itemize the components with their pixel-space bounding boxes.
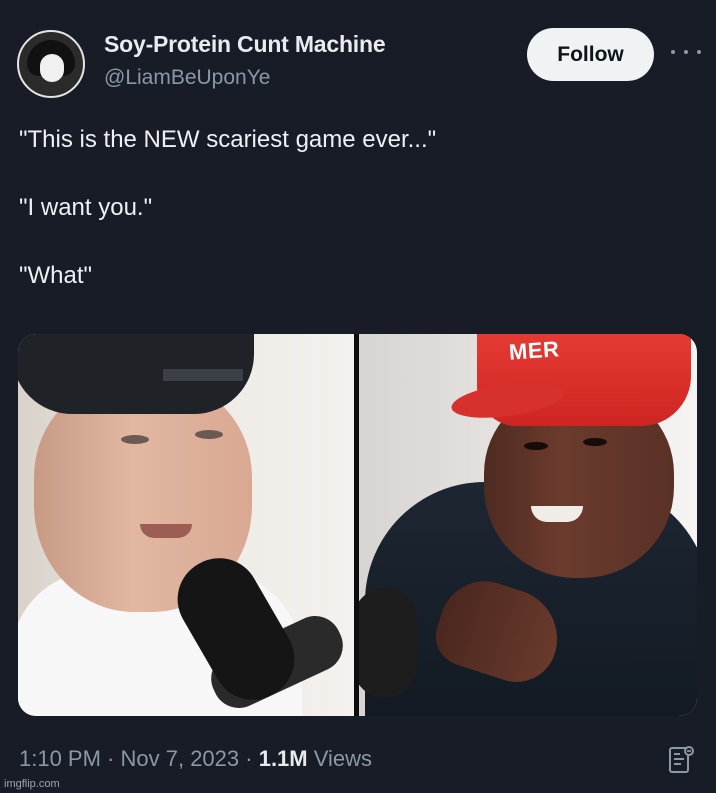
watermark-text: imgflip.com xyxy=(4,778,60,790)
more-horizontal-icon[interactable] xyxy=(671,40,701,64)
left-person-eye xyxy=(121,435,149,444)
tweet-screenshot: Soy-Protein Cunt Machine @LiamBeUponYe F… xyxy=(0,0,716,793)
avatar-face xyxy=(40,54,64,82)
analytics-icon[interactable] xyxy=(666,745,696,775)
tweet-text: "This is the NEW scariest game ever..." … xyxy=(19,126,436,330)
media-right-panel: MER xyxy=(359,334,697,716)
author-handle[interactable]: @LiamBeUponYe xyxy=(104,66,385,90)
tweet-meta: 1:10 PM · Nov 7, 2023 · 1.1M Views xyxy=(19,746,372,772)
tweet-line: "What" xyxy=(19,262,93,289)
author-info: Soy-Protein Cunt Machine @LiamBeUponYe xyxy=(104,31,386,90)
meta-separator: · xyxy=(239,746,259,771)
author-display-name[interactable]: Soy-Protein Cunt Machine xyxy=(104,31,386,58)
left-person-mouth xyxy=(140,524,192,538)
dot xyxy=(671,50,675,54)
dot xyxy=(697,50,701,54)
tweet-media[interactable]: MER xyxy=(18,334,697,716)
right-person-mouth xyxy=(531,506,583,522)
left-person-eye xyxy=(195,430,223,439)
left-person-cap-strap xyxy=(163,369,243,381)
right-person-eye xyxy=(524,442,548,450)
tweet-line: "I want you." xyxy=(19,194,153,221)
follow-button[interactable]: Follow xyxy=(527,28,654,81)
tweet-date[interactable]: Nov 7, 2023 xyxy=(121,746,240,771)
microphone xyxy=(359,588,417,698)
right-person-eye xyxy=(583,438,607,446)
tweet-line: "This is the NEW scariest game ever..." xyxy=(19,126,437,153)
cap-lettering: MER xyxy=(508,336,561,365)
views-count: 1.1M xyxy=(258,746,308,771)
author-avatar[interactable] xyxy=(17,30,85,98)
tweet-time[interactable]: 1:10 PM xyxy=(19,746,101,771)
views-label: Views xyxy=(313,746,373,771)
media-left-panel xyxy=(18,334,354,716)
meta-separator: · xyxy=(100,746,121,771)
dot xyxy=(684,50,688,54)
